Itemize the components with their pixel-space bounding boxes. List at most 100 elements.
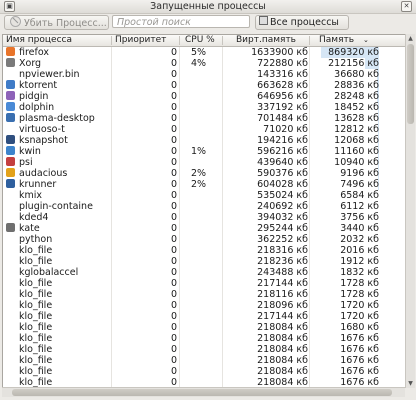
process-name: kglobalaccel: [19, 267, 79, 278]
process-name: ktorrent: [19, 80, 58, 91]
process-memory: 1676 кб: [340, 344, 379, 355]
process-virtual-memory: 218316 кб: [257, 245, 308, 256]
table-row[interactable]: klo_file 0 217144 кб 1720 кб: [3, 311, 406, 322]
vertical-scrollbar[interactable]: ▲ ▼: [405, 34, 415, 388]
process-name: firefox: [19, 47, 50, 58]
scroll-down-icon[interactable]: ▼: [406, 379, 415, 388]
horizontal-scrollbar[interactable]: [2, 387, 405, 397]
table-row[interactable]: dolphin 0 337192 кб 18452 кб: [3, 102, 406, 113]
table-row[interactable]: psi 0 439640 кб 10940 кб: [3, 157, 406, 168]
process-name: pidgin: [19, 91, 49, 102]
sort-desc-icon: ⌄: [363, 36, 369, 44]
process-memory: 1680 кб: [340, 322, 379, 333]
table-row[interactable]: klo_file 0 218084 кб 1676 кб: [3, 355, 406, 366]
process-name: audacious: [19, 168, 68, 179]
process-priority: 0: [170, 212, 177, 223]
table-row[interactable]: plasma-desktop 0 701484 кб 13628 кб: [3, 113, 406, 124]
process-name: klo_file: [19, 366, 53, 377]
process-memory: 2016 кб: [340, 245, 379, 256]
process-name: klo_file: [19, 333, 53, 344]
process-virtual-memory: 143316 кб: [257, 69, 308, 80]
process-priority: 0: [170, 201, 177, 212]
process-list: firefox 0 5% 1633900 кб 869320 кб Xorg 0 4% 7228…: [3, 47, 406, 387]
process-virtual-memory: 218084 кб: [257, 355, 308, 366]
process-memory: 2032 кб: [340, 234, 379, 245]
process-icon: [6, 168, 15, 177]
table-row[interactable]: npviewer.bin 0 143316 кб 36680 кб: [3, 69, 406, 80]
table-row[interactable]: pidgin 0 646956 кб 28248 кб: [3, 91, 406, 102]
table-row[interactable]: python 0 362252 кб 2032 кб: [3, 234, 406, 245]
process-icon: [6, 113, 15, 122]
table-row[interactable]: audacious 0 2% 590376 кб 9196 кб: [3, 168, 406, 179]
table-row[interactable]: ktorrent 0 663628 кб 28836 кб: [3, 80, 406, 91]
process-virtual-memory: 362252 кб: [257, 234, 308, 245]
table-header: Имя процесса Приоритет CPU % Вирт.память…: [3, 35, 406, 47]
table-row[interactable]: plugin-containe 0 240692 кб 6112 кб: [3, 201, 406, 212]
scroll-up-icon[interactable]: ▲: [406, 34, 415, 43]
column-header-cpu[interactable]: CPU %: [185, 35, 215, 46]
table-row[interactable]: klo_file 0 217144 кб 1728 кб: [3, 278, 406, 289]
process-virtual-memory: 1633900 кб: [251, 47, 308, 58]
window-menu-icon[interactable]: ▣: [4, 1, 15, 12]
process-virtual-memory: 218084 кб: [257, 333, 308, 344]
process-filter-select[interactable]: Все процессы: [255, 15, 349, 30]
table-row[interactable]: klo_file 0 218316 кб 2016 кб: [3, 245, 406, 256]
table-row[interactable]: kwin 0 1% 596216 кб 11160 кб: [3, 146, 406, 157]
table-row[interactable]: kmix 0 535024 кб 6584 кб: [3, 190, 406, 201]
process-name: Xorg: [19, 58, 42, 69]
table-row[interactable]: klo_file 0 218084 кб 1676 кб: [3, 344, 406, 355]
process-memory: 9196 кб: [340, 168, 379, 179]
column-header-name[interactable]: Имя процесса: [6, 35, 72, 46]
table-row[interactable]: klo_file 0 218236 кб 1912 кб: [3, 256, 406, 267]
table-row[interactable]: klo_file 0 218096 кб 1720 кб: [3, 300, 406, 311]
process-memory: 1832 кб: [340, 267, 379, 278]
search-input[interactable]: Простой поиск: [112, 15, 250, 28]
table-row[interactable]: firefox 0 5% 1633900 кб 869320 кб: [3, 47, 406, 58]
process-priority: 0: [170, 80, 177, 91]
table-row[interactable]: ksnapshot 0 194216 кб 12068 кб: [3, 135, 406, 146]
table-row[interactable]: kglobalaccel 0 243488 кб 1832 кб: [3, 267, 406, 278]
process-memory: 1728 кб: [340, 278, 379, 289]
kill-process-button[interactable]: Убить Процесс...: [4, 15, 109, 30]
process-virtual-memory: 194216 кб: [257, 135, 308, 146]
process-priority: 0: [170, 58, 177, 69]
table-row[interactable]: Xorg 0 4% 722880 кб 212156 кб: [3, 58, 406, 69]
window-title: Запущенные процессы: [150, 1, 266, 12]
process-priority: 0: [170, 223, 177, 234]
process-name: kwin: [19, 146, 41, 157]
column-header-mem[interactable]: Память: [319, 35, 354, 46]
column-header-priority[interactable]: Приоритет: [115, 35, 166, 46]
hscrollbar-thumb[interactable]: [12, 389, 392, 396]
process-icon: [6, 157, 15, 166]
table-row[interactable]: krunner 0 2% 604028 кб 7496 кб: [3, 179, 406, 190]
process-icon: [6, 91, 15, 100]
process-virtual-memory: 218084 кб: [257, 344, 308, 355]
process-icon: [6, 58, 15, 67]
process-memory: 869320 кб: [328, 47, 379, 58]
column-header-virt[interactable]: Вирт.память: [236, 35, 296, 46]
table-row[interactable]: virtuoso-t 0 71020 кб 12812 кб: [3, 124, 406, 135]
process-priority: 0: [170, 289, 177, 300]
process-name: klo_file: [19, 355, 53, 366]
process-virtual-memory: 240692 кб: [257, 201, 308, 212]
process-memory: 13628 кб: [334, 113, 379, 124]
table-row[interactable]: klo_file 0 218084 кб 1676 кб: [3, 333, 406, 344]
table-row[interactable]: kate 0 295244 кб 3440 кб: [3, 223, 406, 234]
process-priority: 0: [170, 168, 177, 179]
close-icon[interactable]: ✕: [401, 1, 412, 12]
process-memory: 1676 кб: [340, 366, 379, 377]
process-virtual-memory: 218096 кб: [257, 300, 308, 311]
process-name: npviewer.bin: [19, 69, 80, 80]
scrollbar-thumb[interactable]: [407, 44, 414, 124]
process-virtual-memory: 596216 кб: [257, 146, 308, 157]
table-row[interactable]: klo_file 0 218084 кб 1680 кб: [3, 322, 406, 333]
process-name: klo_file: [19, 245, 53, 256]
process-memory: 36680 кб: [334, 69, 379, 80]
process-priority: 0: [170, 344, 177, 355]
process-name: klo_file: [19, 311, 53, 322]
table-row[interactable]: kded4 0 394032 кб 3756 кб: [3, 212, 406, 223]
process-memory: 11160 кб: [334, 146, 379, 157]
table-row[interactable]: klo_file 0 218116 кб 1728 кб: [3, 289, 406, 300]
process-name: python: [19, 234, 53, 245]
table-row[interactable]: klo_file 0 218084 кб 1676 кб: [3, 366, 406, 377]
